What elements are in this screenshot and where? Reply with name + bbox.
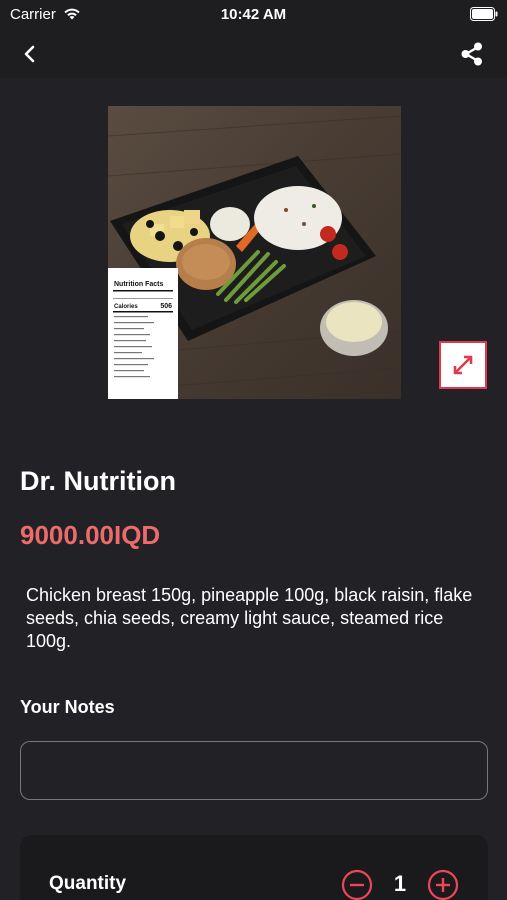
navigation-bar <box>0 30 507 78</box>
status-time: 10:42 AM <box>220 6 287 23</box>
nutrition-facts-label: Nutrition Facts Calories 506 <box>108 268 178 399</box>
share-button[interactable] <box>456 38 488 70</box>
battery-icon <box>470 7 498 21</box>
notes-input[interactable] <box>20 741 488 800</box>
calories-label: Calories <box>114 304 138 310</box>
product-title: Dr. Nutrition <box>20 466 176 496</box>
meal-photo: Nutrition Facts Calories 506 <box>108 106 401 399</box>
plus-circle-icon <box>427 869 459 900</box>
increase-quantity-button[interactable] <box>427 869 459 900</box>
nutrition-heading: Nutrition Facts <box>114 281 163 288</box>
back-button[interactable] <box>14 38 46 70</box>
expand-image-button[interactable] <box>439 341 487 389</box>
calories-value: 506 <box>160 303 172 310</box>
quantity-card: Quantity 1 <box>20 835 488 900</box>
expand-arrows-icon <box>453 355 473 375</box>
product-image[interactable]: Nutrition Facts Calories 506 <box>108 106 401 399</box>
minus-circle-icon <box>341 869 373 900</box>
product-description: Chicken breast 150g, pineapple 100g, bla… <box>26 585 473 651</box>
notes-label: Your Notes <box>20 697 115 717</box>
quantity-value: 1 <box>393 871 407 896</box>
product-price: 9000.00IQD <box>20 520 161 550</box>
decrease-quantity-button[interactable] <box>341 869 373 900</box>
share-icon <box>461 42 482 66</box>
status-bar: Carrier 10:42 AM <box>0 0 507 30</box>
quantity-label: Quantity <box>49 873 127 894</box>
chevron-left-icon <box>24 45 35 63</box>
